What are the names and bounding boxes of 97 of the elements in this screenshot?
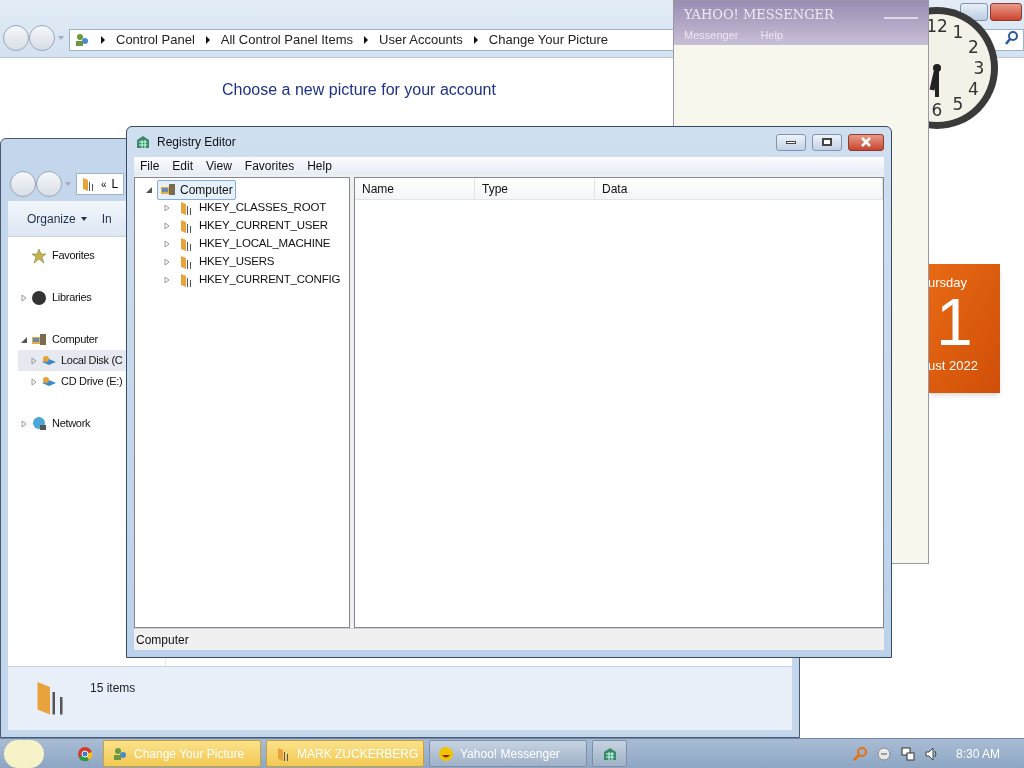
expand-arrow-icon[interactable] bbox=[163, 258, 171, 266]
clock-numeral: 4 bbox=[967, 79, 979, 99]
start-button[interactable] bbox=[4, 739, 44, 768]
folder-icon bbox=[178, 254, 194, 270]
column-header[interactable]: Data bbox=[595, 178, 883, 199]
folder-icon bbox=[178, 218, 194, 234]
expand-arrow-icon[interactable] bbox=[163, 276, 171, 284]
breadcrumb-item[interactable]: Control Panel bbox=[116, 30, 195, 50]
item-count: 15 items bbox=[90, 680, 136, 697]
maximize-button[interactable] bbox=[812, 133, 842, 151]
smiley-icon bbox=[438, 745, 454, 762]
tree-item[interactable]: HKEY_CLASSES_ROOT bbox=[175, 198, 329, 218]
star-icon bbox=[31, 247, 47, 264]
column-header[interactable]: Type bbox=[475, 178, 595, 199]
tree-item[interactable]: Computer bbox=[157, 180, 236, 200]
breadcrumb-arrow-icon[interactable] bbox=[472, 36, 479, 44]
nav-label: Favorites bbox=[51, 248, 95, 264]
expand-arrow-icon[interactable] bbox=[30, 377, 38, 386]
forward-button[interactable] bbox=[29, 25, 55, 51]
expand-arrow-icon[interactable] bbox=[163, 222, 171, 230]
nav-item[interactable]: Libraries bbox=[8, 287, 124, 308]
close-icon bbox=[861, 137, 871, 147]
nav-label: Network bbox=[51, 416, 91, 432]
nav-item[interactable]: Computer bbox=[8, 329, 124, 350]
network-icon bbox=[31, 415, 47, 432]
back-button[interactable] bbox=[3, 25, 29, 51]
caret-icon bbox=[79, 214, 88, 223]
menu-item[interactable]: Edit bbox=[172, 157, 194, 175]
breadcrumb-item[interactable]: Change Your Picture bbox=[488, 30, 609, 50]
month-year-text: ust 2022 bbox=[928, 357, 979, 372]
folder-icon bbox=[178, 200, 194, 216]
clock-numeral: 3 bbox=[973, 58, 985, 78]
minimize-button[interactable] bbox=[776, 133, 806, 151]
nav-item[interactable]: CD Drive (E:) bbox=[18, 371, 126, 392]
folder-icon bbox=[178, 236, 194, 252]
forward-button[interactable] bbox=[36, 171, 62, 197]
breadcrumb-item[interactable]: User Accounts bbox=[379, 30, 463, 50]
dropdown-arrow-icon[interactable] bbox=[57, 34, 65, 42]
chevron-icon[interactable]: « bbox=[101, 176, 107, 192]
window-title: Registry Editor bbox=[157, 134, 236, 151]
back-button[interactable] bbox=[10, 171, 36, 197]
status-text: Computer bbox=[136, 631, 189, 649]
menu-item[interactable]: File bbox=[140, 157, 160, 175]
clock-numeral: 5 bbox=[952, 94, 964, 115]
address-text: L bbox=[111, 176, 119, 193]
tree-item[interactable]: HKEY_LOCAL_MACHINE bbox=[175, 234, 334, 254]
tree-item[interactable]: HKEY_CURRENT_USER bbox=[175, 216, 331, 236]
address-bar[interactable]: « L bbox=[76, 173, 124, 195]
speaker-icon[interactable] bbox=[923, 745, 940, 762]
tree-item[interactable]: HKEY_USERS bbox=[175, 252, 278, 272]
nav-label: Local Disk (C bbox=[60, 353, 123, 369]
breadcrumb-item[interactable]: All Control Panel Items bbox=[220, 30, 353, 50]
nav-item[interactable]: Network bbox=[8, 413, 124, 434]
toolbar-button[interactable]: In bbox=[101, 209, 112, 228]
day-number: 1 bbox=[936, 289, 974, 355]
messenger-logo: YAHOO! MESSENGER bbox=[684, 6, 834, 24]
computer-icon bbox=[160, 182, 176, 198]
page-heading: Choose a new picture for your account bbox=[222, 80, 496, 100]
expand-arrow-icon[interactable] bbox=[30, 356, 38, 365]
breadcrumb-arrow-icon[interactable] bbox=[204, 36, 211, 44]
clock-hands-icon bbox=[929, 64, 941, 97]
users-icon bbox=[112, 745, 128, 762]
folder-icon bbox=[275, 745, 291, 762]
nav-item[interactable]: Favorites bbox=[8, 245, 124, 266]
tree-item[interactable]: HKEY_CURRENT_CONFIG bbox=[175, 270, 344, 290]
nav-label: CD Drive (E:) bbox=[60, 374, 123, 390]
close-button[interactable] bbox=[848, 133, 884, 151]
search-icon[interactable] bbox=[1004, 30, 1020, 46]
nav-label: Computer bbox=[51, 332, 98, 348]
registry-icon bbox=[601, 745, 618, 762]
nav-item[interactable]: Local Disk (C bbox=[18, 350, 126, 371]
registry-icon bbox=[135, 134, 151, 150]
expand-arrow-icon[interactable] bbox=[20, 419, 28, 428]
taskbar-button[interactable] bbox=[592, 740, 627, 767]
clock-numeral: 6 bbox=[931, 100, 943, 120]
users-icon bbox=[74, 32, 90, 48]
nav-label: Libraries bbox=[51, 290, 92, 306]
expand-arrow-icon[interactable] bbox=[163, 240, 171, 248]
column-header[interactable]: Name bbox=[355, 178, 475, 199]
dropdown-arrow-icon[interactable] bbox=[64, 180, 72, 188]
menu-item[interactable]: View bbox=[206, 157, 232, 175]
collapse-arrow-icon[interactable] bbox=[145, 186, 153, 194]
collapse-arrow-icon[interactable] bbox=[20, 335, 28, 344]
breadcrumb-arrow-icon[interactable] bbox=[100, 36, 106, 44]
folder-icon bbox=[80, 176, 96, 192]
menu-item[interactable]: Help bbox=[307, 157, 332, 175]
folder-icon bbox=[178, 272, 194, 288]
library-icon bbox=[31, 289, 47, 306]
network-icon[interactable] bbox=[899, 745, 916, 762]
expand-arrow-icon[interactable] bbox=[20, 293, 28, 302]
expand-arrow-icon[interactable] bbox=[163, 204, 171, 212]
breadcrumb-arrow-icon[interactable] bbox=[363, 36, 369, 44]
weekday-text: ursday bbox=[928, 274, 969, 289]
browser-icon[interactable] bbox=[77, 745, 93, 762]
menu-item[interactable]: Favorites bbox=[244, 157, 295, 175]
toolbar-button[interactable]: Organize bbox=[27, 209, 88, 228]
computer-icon bbox=[31, 331, 47, 348]
